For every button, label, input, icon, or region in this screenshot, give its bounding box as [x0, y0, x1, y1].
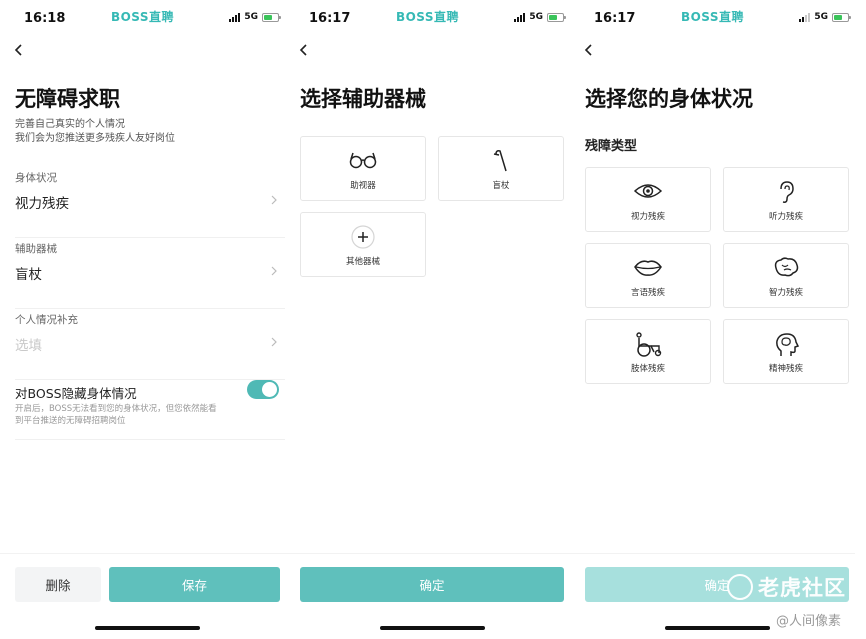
back-icon[interactable]	[13, 42, 27, 56]
system-icons: 5G	[799, 12, 851, 22]
chevron-right-icon	[271, 337, 277, 347]
system-icons: 5G	[229, 12, 281, 22]
card-label: 肢体残疾	[630, 364, 665, 374]
screen-select-body-condition: 16:17 BOSS直聘 5G 选择您的身体状况 残障类型 视力残疾 听力残疾 …	[570, 0, 855, 639]
card-label: 助视器	[350, 181, 376, 191]
field-value: 视力残疾	[15, 196, 69, 212]
delete-button[interactable]: 删除	[15, 567, 101, 602]
page-title: 选择辅助器械	[300, 87, 426, 111]
device-card-cane[interactable]: 盲杖	[438, 136, 564, 201]
signal-icon	[229, 12, 241, 22]
condition-card-visual[interactable]: 视力残疾	[585, 167, 711, 232]
signal-icon	[799, 12, 811, 22]
subtitle-line: 我们会为您推送更多残疾人友好岗位	[15, 133, 175, 144]
card-label: 智力残疾	[768, 288, 803, 298]
watermark-handle: @人间像素	[776, 614, 842, 629]
system-icons: 5G	[514, 12, 566, 22]
field-body-condition[interactable]: 身体状况 视力残疾	[15, 170, 285, 238]
field-label: 身体状况	[15, 172, 57, 184]
condition-card-hearing[interactable]: 听力残疾	[723, 167, 849, 232]
watermark-text: 老虎社区	[758, 576, 846, 600]
watermark: 老虎社区	[727, 572, 846, 602]
home-indicator	[380, 626, 485, 630]
field-assistive-device[interactable]: 辅助器械 盲杖	[15, 241, 285, 309]
watermark-logo-icon	[727, 574, 753, 600]
battery-icon	[832, 12, 851, 22]
glasses-icon	[301, 149, 425, 173]
field-placeholder: 选填	[15, 338, 42, 354]
hide-condition-toggle[interactable]	[247, 380, 279, 399]
home-indicator	[95, 626, 200, 630]
screen-select-assistive-device: 16:17 BOSS直聘 5G 选择辅助器械 助视器 盲杖 其他器械 确定	[285, 0, 570, 639]
field-label: 辅助器械	[15, 243, 57, 255]
device-card-magnifier[interactable]: 助视器	[300, 136, 426, 201]
hide-condition-row: 对BOSS隐藏身体情况 开启后，BOSS无法看到您的身体状况，但您依然能看到平台…	[15, 380, 285, 440]
signal-icon	[514, 12, 526, 22]
field-value: 盲杖	[15, 267, 42, 283]
brain-icon	[724, 256, 848, 280]
condition-card-speech[interactable]: 言语残疾	[585, 243, 711, 308]
toggle-description: 开启后，BOSS无法看到您的身体状况，但您依然能看到平台推送的无障碍招聘岗位	[15, 404, 217, 426]
card-label: 其他器械	[345, 257, 380, 267]
plus-icon	[301, 225, 425, 249]
card-label: 盲杖	[492, 181, 510, 191]
card-label: 言语残疾	[630, 288, 665, 298]
network-label: 5G	[529, 12, 543, 22]
battery-icon	[547, 12, 566, 22]
head-brain-icon	[724, 332, 848, 356]
card-label: 精神残疾	[768, 364, 803, 374]
chevron-right-icon	[271, 266, 277, 276]
status-bar: 16:17 BOSS直聘 5G	[570, 0, 855, 34]
battery-icon	[262, 12, 281, 22]
page-subtitle: 完善自己真实的个人情况 我们会为您推送更多残疾人友好岗位	[15, 118, 265, 146]
back-icon[interactable]	[298, 42, 312, 56]
home-indicator	[665, 626, 770, 630]
chevron-right-icon	[271, 195, 277, 205]
network-label: 5G	[814, 12, 828, 22]
wheelchair-icon	[586, 332, 710, 357]
back-icon[interactable]	[583, 42, 597, 56]
eye-icon	[586, 180, 710, 204]
cane-icon	[439, 149, 563, 173]
condition-card-physical[interactable]: 肢体残疾	[585, 319, 711, 384]
lips-icon	[586, 256, 710, 280]
status-bar: 16:17 BOSS直聘 5G	[285, 0, 570, 34]
page-title: 选择您的身体状况	[585, 87, 753, 111]
subtitle-line: 完善自己真实的个人情况	[15, 119, 125, 130]
condition-card-mental[interactable]: 精神残疾	[723, 319, 849, 384]
field-label: 个人情况补充	[15, 314, 78, 326]
save-button[interactable]: 保存	[109, 567, 280, 602]
confirm-button[interactable]: 确定	[300, 567, 564, 602]
condition-card-intellectual[interactable]: 智力残疾	[723, 243, 849, 308]
device-card-other[interactable]: 其他器械	[300, 212, 426, 277]
section-title: 残障类型	[585, 139, 638, 154]
network-label: 5G	[244, 12, 258, 22]
status-bar: 16:18 BOSS直聘 5G	[0, 0, 285, 34]
card-label: 听力残疾	[768, 212, 803, 222]
card-label: 视力残疾	[630, 212, 665, 222]
field-personal-supplement[interactable]: 个人情况补充 选填	[15, 312, 285, 380]
ear-icon	[724, 180, 848, 204]
page-title: 无障碍求职	[15, 87, 120, 111]
screen-accessible-job-search: 16:18 BOSS直聘 5G 无障碍求职 完善自己真实的个人情况 我们会为您推…	[0, 0, 285, 639]
toggle-label: 对BOSS隐藏身体情况	[15, 386, 137, 401]
